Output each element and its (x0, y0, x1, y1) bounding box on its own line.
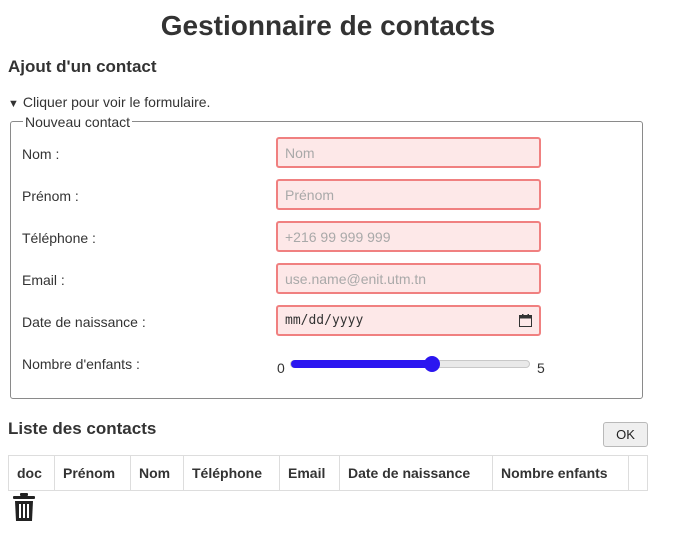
column-header-doc: doc (8, 455, 55, 491)
form-toggle-label: Cliquer pour voir le formulaire. (22, 94, 211, 110)
prenom-input[interactable] (276, 179, 541, 210)
email-input[interactable] (276, 263, 541, 294)
column-header-prenom: Prénom (54, 455, 131, 491)
telephone-input[interactable] (276, 221, 541, 252)
column-header-email: Email (279, 455, 340, 491)
date-naissance-label: Date de naissance : (22, 314, 146, 330)
column-header-telephone: Téléphone (183, 455, 280, 491)
form-toggle-summary[interactable]: ▼ Cliquer pour voir le formulaire. (8, 94, 210, 112)
column-header-actions (629, 456, 648, 491)
slider-thumb[interactable] (424, 356, 440, 372)
slider-min-label: 0 (277, 360, 285, 376)
add-contact-heading: Ajout d'un contact (8, 57, 157, 76)
telephone-label: Téléphone : (22, 230, 96, 246)
date-naissance-format: mm/dd/yyyy (285, 313, 364, 328)
prenom-label: Prénom : (22, 188, 79, 204)
slider-max-label: 5 (537, 360, 545, 376)
nom-input[interactable] (276, 137, 541, 168)
table-header-row: doc Prénom Nom Téléphone Email Date de n… (8, 455, 648, 491)
new-contact-legend: Nouveau contact (23, 114, 133, 130)
column-header-nom: Nom (130, 455, 184, 491)
triangle-down-icon: ▼ (8, 98, 19, 110)
trash-icon[interactable] (13, 493, 35, 522)
contact-list-heading: Liste des contacts (8, 419, 157, 438)
column-header-nombre-enfants: Nombre enfants (492, 455, 629, 491)
ok-button[interactable]: OK (603, 422, 648, 447)
nombre-enfants-label: Nombre d'enfants : (22, 356, 140, 372)
email-label: Email : (22, 272, 65, 288)
page-title: Gestionnaire de contacts (160, 10, 496, 41)
date-naissance-input[interactable]: mm/dd/yyyy (276, 305, 541, 336)
column-header-date-naissance: Date de naissance (339, 455, 493, 491)
contacts-table: doc Prénom Nom Téléphone Email Date de n… (8, 455, 648, 491)
slider-fill (291, 360, 432, 368)
nom-label: Nom : (22, 146, 60, 162)
calendar-icon[interactable] (519, 314, 532, 327)
nombre-enfants-slider[interactable] (290, 356, 530, 372)
